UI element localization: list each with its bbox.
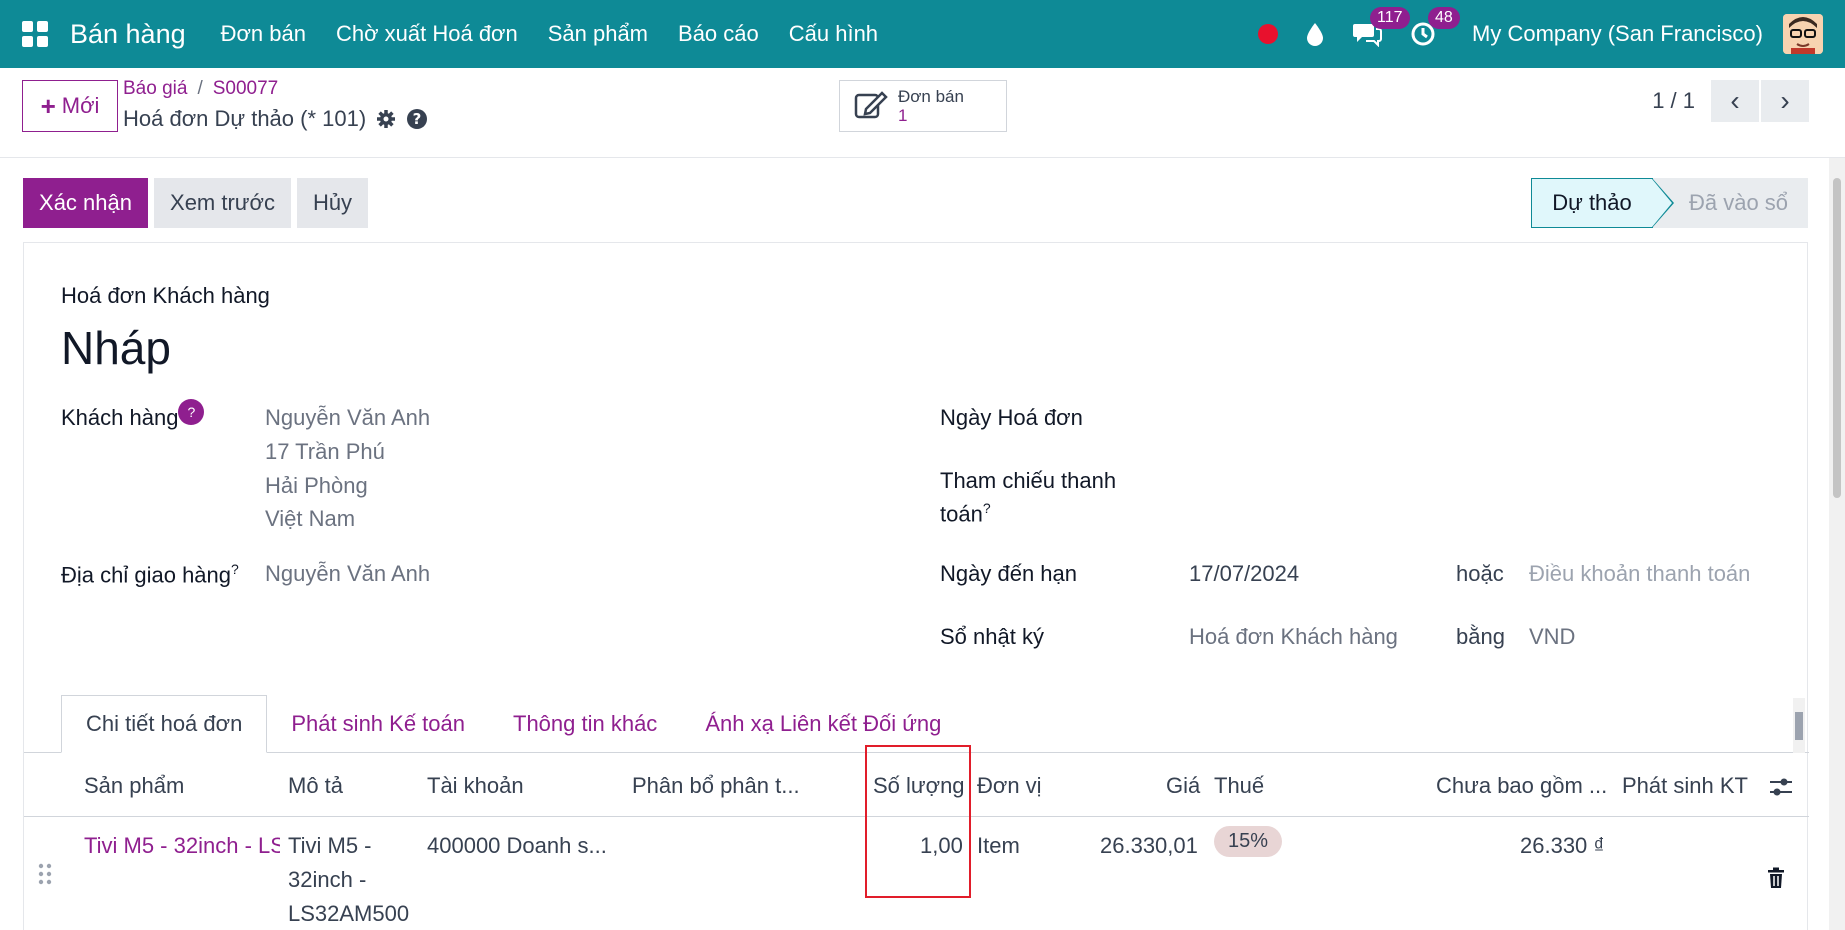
delivery-address-value[interactable]: Nguyễn Văn Anh — [265, 561, 430, 587]
chevron-left-icon: ‹ — [1730, 85, 1740, 116]
col-journal-entries[interactable]: Phát sinh KT — [1622, 773, 1748, 799]
currency-in-label: bằng — [1456, 624, 1505, 649]
document-type: Hoá đơn Khách hàng — [61, 283, 270, 308]
invoice-date-label: Ngày Hoá đơn — [940, 405, 1083, 430]
status-posted[interactable]: Đã vào sổ — [1653, 178, 1808, 228]
top-navbar: Bán hàng Đơn bán Chờ xuất Hoá đơn Sản ph… — [0, 0, 1845, 68]
row-account[interactable]: 400000 Doanh s... — [427, 833, 607, 859]
edit-document-icon — [854, 91, 888, 119]
payment-ref-label-1: Tham chiếu thanh — [940, 468, 1117, 493]
pager-next-button[interactable]: › — [1761, 80, 1809, 122]
row-product[interactable]: Tivi M5 - 32inch - LS — [84, 833, 280, 859]
company-switcher[interactable]: My Company (San Francisco) — [1472, 21, 1763, 47]
column-settings-icon[interactable] — [1769, 776, 1793, 798]
app-menu-icon[interactable] — [0, 0, 70, 68]
quantity-highlight-box — [865, 745, 971, 898]
delivery-label-text: Địa chỉ giao hàng — [61, 562, 232, 588]
col-analytic[interactable]: Phân bổ phân t... — [632, 773, 800, 799]
due-date-label: Ngày đến hạn — [940, 561, 1077, 586]
row-description-line-3[interactable]: LS32AM500 — [288, 901, 409, 927]
smart-button-label: Đơn bán — [898, 87, 964, 106]
help-icon[interactable]: ? — [406, 108, 428, 130]
pager-value[interactable]: 1 / 1 — [1652, 88, 1695, 114]
row-price[interactable]: 26.330,01 — [1100, 833, 1198, 859]
menu-reporting[interactable]: Báo cáo — [678, 21, 759, 47]
status-bar: Dự thảo Đã vào sổ — [1531, 178, 1808, 228]
journal-label: Sổ nhật ký — [940, 624, 1044, 649]
plus-icon: + — [40, 90, 56, 121]
breadcrumb-quotations[interactable]: Báo giá — [123, 78, 187, 99]
help-tooltip-icon[interactable]: ? — [231, 561, 239, 577]
pager-previous-button[interactable]: ‹ — [1711, 80, 1759, 122]
delivery-address-label: Địa chỉ giao hàng? — [61, 561, 239, 588]
row-uom[interactable]: Item — [977, 833, 1020, 859]
menu-orders[interactable]: Đơn bán — [221, 21, 306, 47]
col-tax[interactable]: Thuế — [1214, 773, 1264, 799]
tabs-scrollbar[interactable] — [1793, 698, 1805, 753]
user-avatar[interactable] — [1783, 14, 1823, 54]
breadcrumb-separator: / — [197, 78, 203, 99]
breadcrumb: Báo giá / S00077 — [123, 78, 278, 100]
or-label: hoặc — [1456, 561, 1504, 586]
control-panel: + Mới Báo giá / S00077 Hoá đơn Dự thảo (* … — [0, 68, 1845, 158]
record-title: Hoá đơn Dự thảo (* 101) — [123, 106, 367, 131]
payment-ref-label-2: toán? — [940, 500, 991, 527]
row-description-line-1[interactable]: Tivi M5 - — [288, 833, 372, 859]
customer-country: Việt Nam — [265, 506, 356, 531]
due-date-value[interactable]: 17/07/2024 — [1189, 561, 1299, 587]
messages-badge: 117 — [1370, 7, 1410, 29]
messages-icon[interactable]: 117 — [1352, 7, 1410, 47]
help-circle-icon[interactable]: ? — [178, 399, 205, 425]
tab-invoice-lines[interactable]: Chi tiết hoá đơn — [61, 695, 268, 753]
pager: 1 / 1 ‹ › — [1652, 80, 1809, 122]
customer-name[interactable]: Nguyễn Văn Anh — [265, 405, 430, 431]
activity-clock-icon[interactable]: 48 — [1410, 7, 1460, 47]
row-subtotal: 26.330 ₫ — [1520, 833, 1605, 858]
payment-terms-field[interactable]: Điều khoản thanh toán — [1529, 561, 1750, 587]
drag-handle-icon[interactable] — [38, 863, 52, 891]
customer-label: Khách hàng? — [61, 399, 205, 433]
col-subtotal[interactable]: Chưa bao gồm ... — [1436, 773, 1607, 799]
tab-other-info[interactable]: Thông tin khác — [489, 695, 681, 753]
menu-configuration[interactable]: Cấu hình — [789, 21, 878, 47]
col-description[interactable]: Mô tả — [288, 773, 343, 799]
payment-ref-label-2-text: toán — [940, 501, 983, 527]
tab-journal-items[interactable]: Phát sinh Kế toán — [267, 695, 489, 753]
status-draft[interactable]: Dự thảo — [1531, 178, 1674, 228]
app-brand[interactable]: Bán hàng — [70, 19, 186, 50]
customer-street: 17 Trần Phú — [265, 439, 385, 464]
breadcrumb-order[interactable]: S00077 — [213, 78, 279, 99]
menu-to-invoice[interactable]: Chờ xuất Hoá đơn — [336, 21, 518, 47]
col-product[interactable]: Sản phẩm — [84, 773, 184, 799]
menu-products[interactable]: Sản phẩm — [548, 21, 648, 47]
document-name: Nháp — [61, 322, 171, 374]
record-title-row: Hoá đơn Dự thảo (* 101) ? — [123, 106, 428, 132]
trash-icon[interactable] — [1767, 867, 1785, 889]
row-tax-badge[interactable]: 15% — [1214, 826, 1283, 857]
preview-button[interactable]: Xem trước — [154, 178, 291, 228]
col-account[interactable]: Tài khoản — [427, 773, 524, 799]
customer-city: Hải Phòng — [265, 473, 368, 498]
chevron-right-icon: › — [1780, 85, 1790, 116]
sale-order-smart-button[interactable]: Đơn bán 1 — [839, 80, 1007, 132]
currency-value[interactable]: VND — [1529, 624, 1575, 650]
help-tooltip-icon[interactable]: ? — [983, 500, 991, 516]
row-description-line-2[interactable]: 32inch - — [288, 867, 366, 893]
new-button-label: Mới — [61, 93, 100, 118]
confirm-button[interactable]: Xác nhận — [23, 178, 148, 228]
cancel-button[interactable]: Hủy — [297, 178, 368, 228]
col-uom[interactable]: Đơn vị — [977, 773, 1042, 799]
journal-value[interactable]: Hoá đơn Khách hàng — [1189, 624, 1398, 650]
page-scrollbar[interactable] — [1829, 158, 1845, 930]
activities-badge: 48 — [1428, 7, 1460, 29]
smart-button-value: 1 — [898, 106, 908, 125]
col-price[interactable]: Giá — [1166, 773, 1200, 799]
svg-text:?: ? — [413, 110, 422, 128]
drop-icon[interactable] — [1306, 22, 1324, 46]
customer-label-text: Khách hàng — [61, 405, 179, 430]
record-icon[interactable] — [1258, 24, 1279, 44]
notebook-tabs: Chi tiết hoá đơn Phát sinh Kế toán Thông… — [61, 695, 965, 753]
new-button[interactable]: + Mới — [22, 80, 118, 132]
gear-icon[interactable] — [376, 109, 396, 129]
